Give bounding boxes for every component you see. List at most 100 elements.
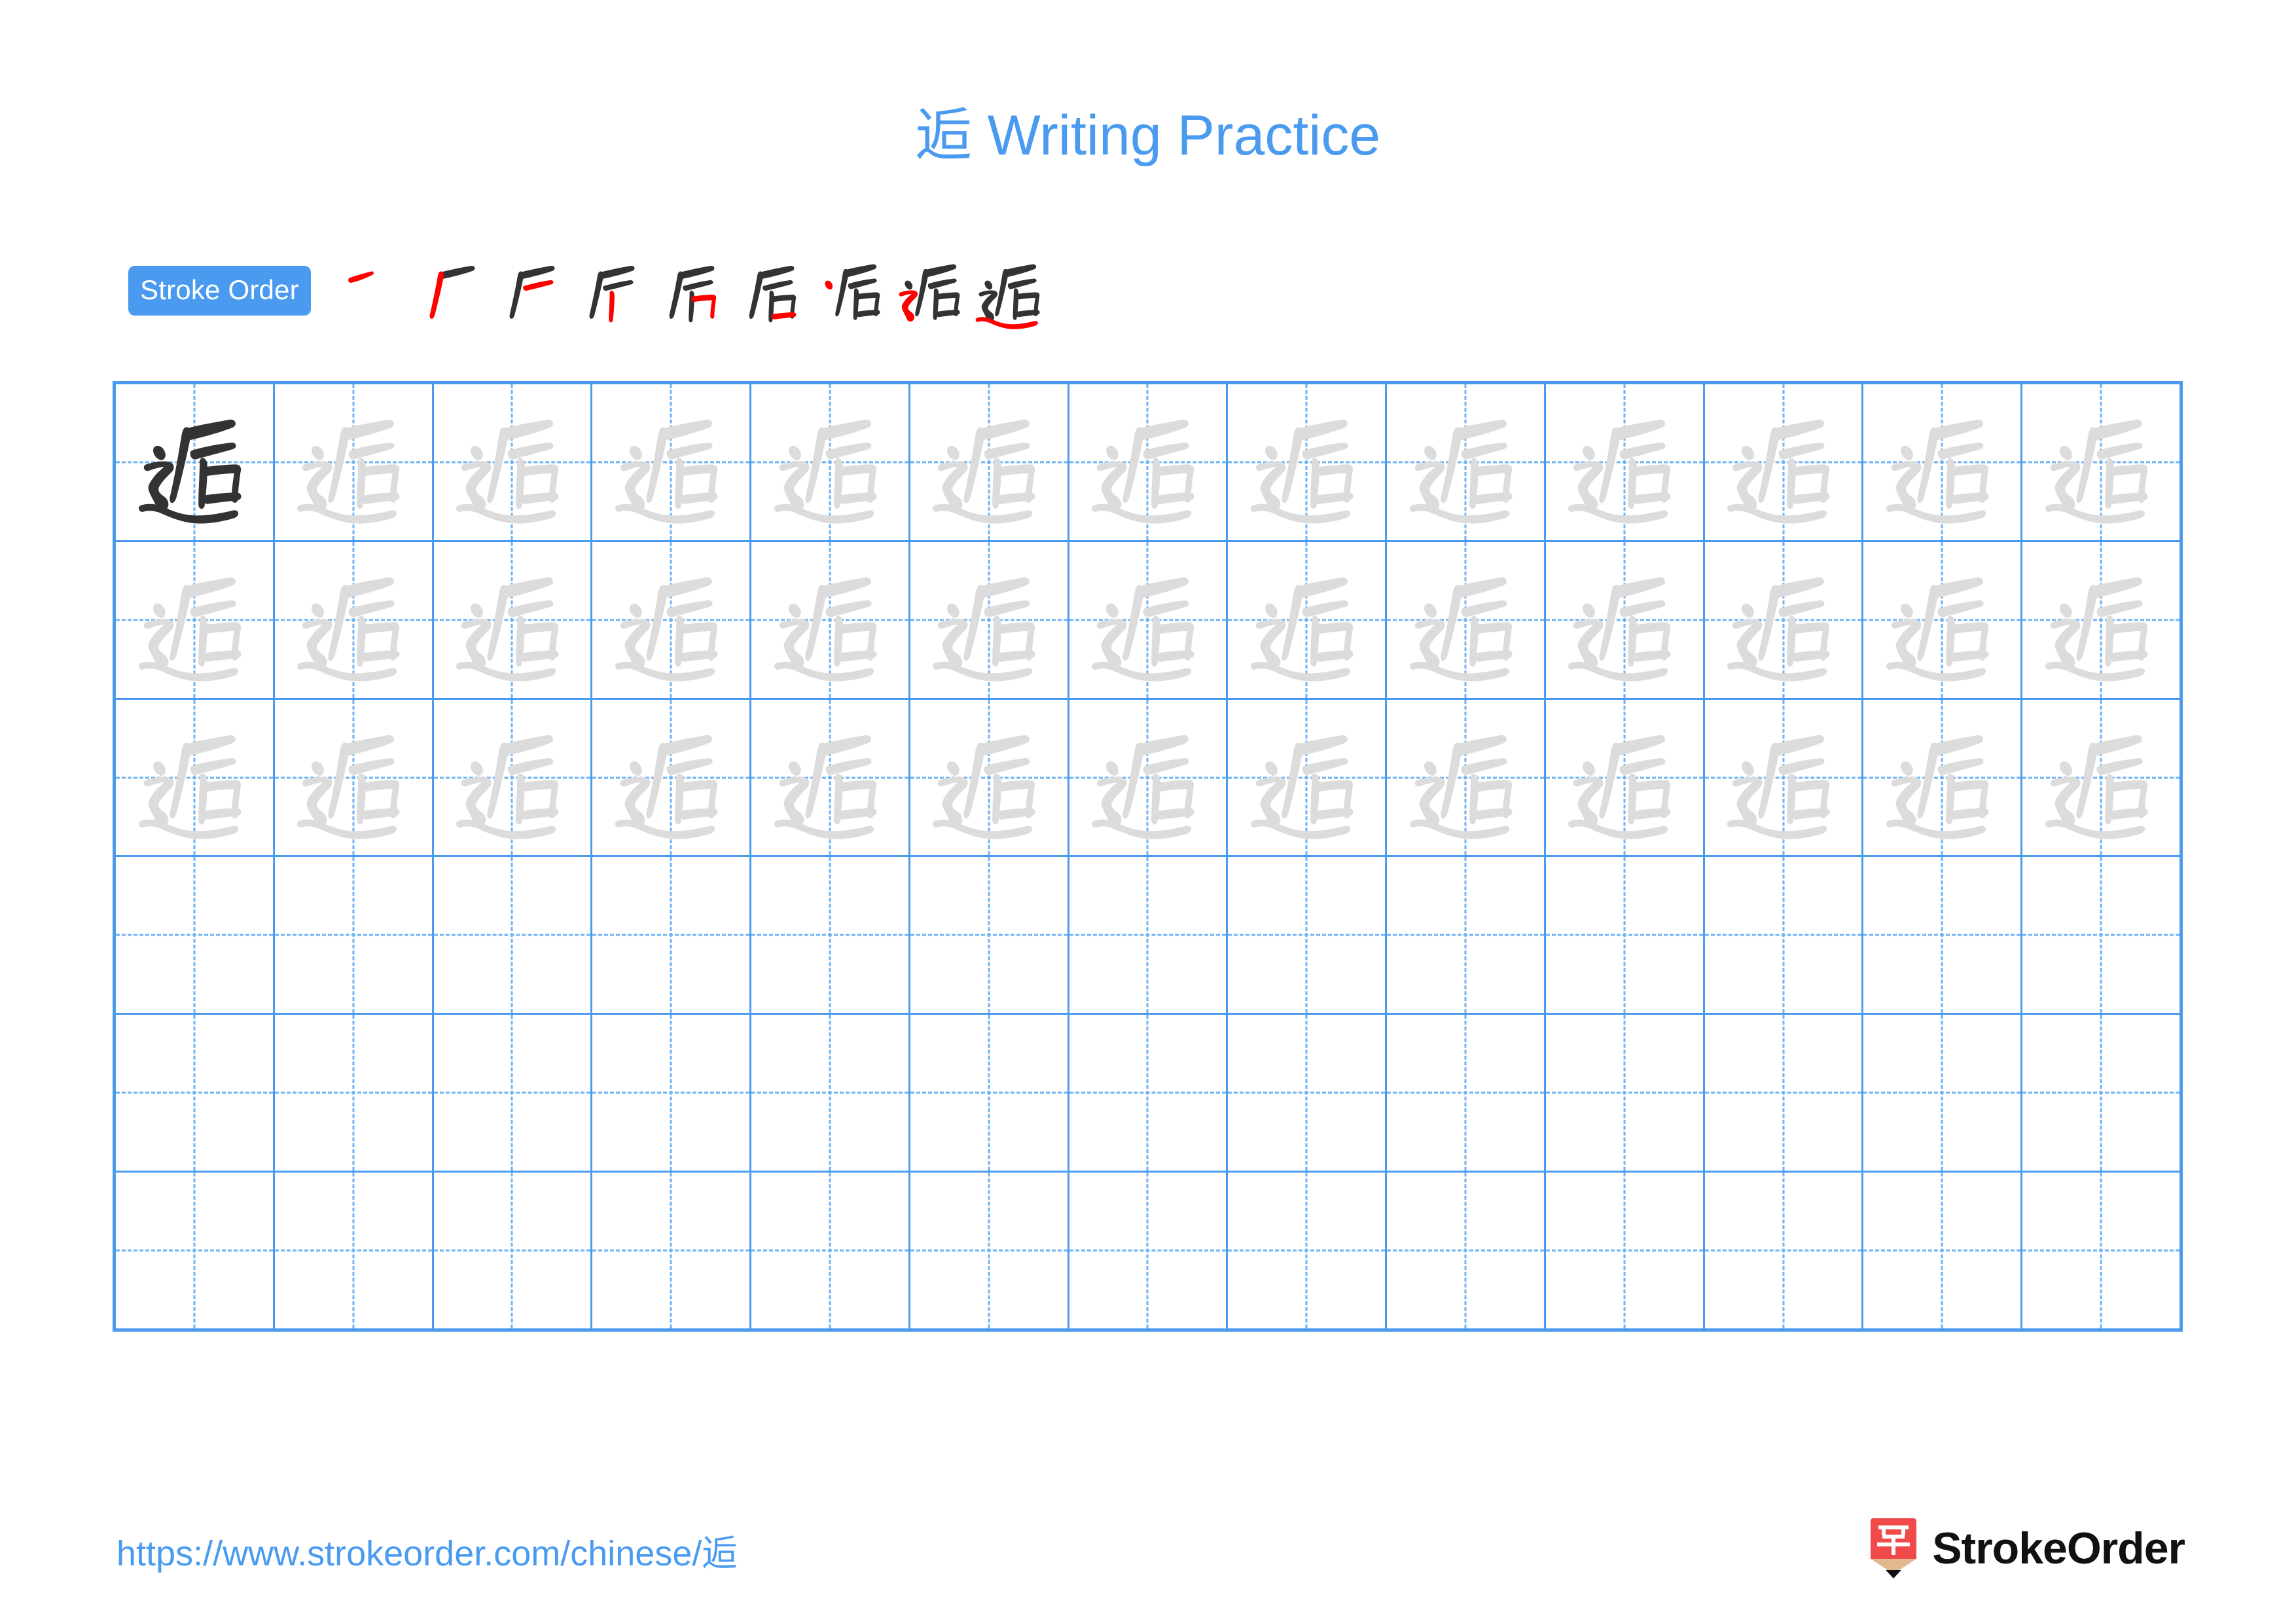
practice-cell[interactable] <box>433 1173 593 1328</box>
practice-cell[interactable] <box>274 1173 434 1328</box>
practice-cell[interactable] <box>592 857 752 1013</box>
practice-cell[interactable] <box>433 384 593 540</box>
cell-vertical-guide <box>1623 1015 1626 1171</box>
practice-cell[interactable] <box>1069 1173 1229 1328</box>
practice-cell[interactable] <box>433 1015 593 1171</box>
cell-horizontal-guide <box>592 1249 750 1252</box>
practice-cell[interactable] <box>1387 1173 1546 1328</box>
practice-cell[interactable] <box>274 384 434 540</box>
practice-cell[interactable] <box>1863 857 2023 1013</box>
practice-cell[interactable] <box>1228 857 1388 1013</box>
practice-cell[interactable] <box>116 1015 275 1171</box>
practice-cell[interactable] <box>433 857 593 1013</box>
practice-cell[interactable] <box>751 1173 910 1328</box>
cell-horizontal-guide <box>1228 934 1386 936</box>
cell-vertical-guide <box>2100 857 2102 1013</box>
tracing-character <box>434 700 591 856</box>
practice-cell[interactable] <box>1387 699 1546 856</box>
practice-cell[interactable] <box>1704 1173 1864 1328</box>
practice-cell[interactable] <box>910 857 1069 1013</box>
practice-cell[interactable] <box>910 1173 1069 1328</box>
cell-horizontal-guide <box>2022 1091 2179 1094</box>
practice-cell[interactable] <box>433 541 593 698</box>
practice-cell[interactable] <box>1545 384 1705 540</box>
practice-cell[interactable] <box>1704 384 1864 540</box>
practice-cell[interactable] <box>2022 1015 2179 1171</box>
practice-cell[interactable] <box>116 541 275 698</box>
tracing-character <box>1387 700 1544 856</box>
practice-cell[interactable] <box>274 699 434 856</box>
practice-cell[interactable] <box>1545 1173 1705 1328</box>
practice-cell[interactable] <box>1069 1015 1229 1171</box>
footer-logo[interactable]: StrokeOrder <box>1869 1512 2185 1584</box>
practice-cell[interactable] <box>1704 699 1864 856</box>
practice-cell[interactable] <box>1545 699 1705 856</box>
practice-cell[interactable] <box>751 384 910 540</box>
practice-cell[interactable] <box>1228 1173 1388 1328</box>
practice-cell[interactable] <box>2022 384 2179 540</box>
practice-cell[interactable] <box>1228 541 1388 698</box>
strokeorder-pencil-logo-icon <box>1869 1518 1918 1578</box>
practice-cell[interactable] <box>751 857 910 1013</box>
practice-cell[interactable] <box>1863 699 2023 856</box>
tracing-character <box>1863 542 2020 698</box>
practice-cell[interactable] <box>1387 384 1546 540</box>
practice-cell[interactable] <box>116 857 275 1013</box>
practice-cell[interactable] <box>1387 857 1546 1013</box>
practice-cell[interactable] <box>910 1015 1069 1171</box>
practice-cell[interactable] <box>910 384 1069 540</box>
tracing-character <box>2022 700 2179 856</box>
practice-cell[interactable] <box>433 699 593 856</box>
cell-horizontal-guide <box>433 934 591 936</box>
practice-cell[interactable] <box>1704 857 1864 1013</box>
practice-cell[interactable] <box>2022 857 2179 1013</box>
practice-cell[interactable] <box>910 699 1069 856</box>
cell-horizontal-guide <box>116 1249 273 1252</box>
practice-cell[interactable] <box>116 699 275 856</box>
cell-horizontal-guide <box>1863 1249 2021 1252</box>
practice-cell[interactable] <box>1545 857 1705 1013</box>
stroke-step-9 <box>971 251 1050 331</box>
practice-cell[interactable] <box>910 541 1069 698</box>
practice-cell[interactable] <box>751 541 910 698</box>
practice-cell[interactable] <box>1069 384 1229 540</box>
practice-cell[interactable] <box>592 699 752 856</box>
practice-cell[interactable] <box>1069 857 1229 1013</box>
practice-cell[interactable] <box>751 1015 910 1171</box>
practice-cell[interactable] <box>1863 1015 2023 1171</box>
practice-cell[interactable] <box>1863 1173 2023 1328</box>
cell-vertical-guide <box>988 1015 990 1171</box>
cell-horizontal-guide <box>2022 1249 2179 1252</box>
practice-cell[interactable] <box>274 1015 434 1171</box>
practice-cell[interactable] <box>1545 1015 1705 1171</box>
footer-url[interactable]: https://www.strokeorder.com/chinese/逅 <box>117 1524 737 1576</box>
practice-cell[interactable] <box>1228 1015 1388 1171</box>
practice-cell[interactable] <box>1069 541 1229 698</box>
practice-cell[interactable] <box>2022 699 2179 856</box>
practice-cell[interactable] <box>1228 699 1388 856</box>
practice-cell[interactable] <box>592 541 752 698</box>
practice-cell[interactable] <box>274 857 434 1013</box>
tracing-character <box>1387 384 1544 540</box>
practice-cell[interactable] <box>1704 1015 1864 1171</box>
practice-cell[interactable] <box>116 1173 275 1328</box>
practice-cell[interactable] <box>592 384 752 540</box>
practice-cell[interactable] <box>1863 384 2023 540</box>
practice-cell[interactable] <box>1704 541 1864 698</box>
practice-cell[interactable] <box>1387 1015 1546 1171</box>
practice-cell[interactable] <box>1069 699 1229 856</box>
practice-cell[interactable] <box>592 1173 752 1328</box>
cell-horizontal-guide <box>751 934 908 936</box>
practice-cell[interactable] <box>274 541 434 698</box>
practice-cell[interactable] <box>1387 541 1546 698</box>
practice-cell[interactable] <box>1863 541 2023 698</box>
practice-cell[interactable] <box>751 699 910 856</box>
practice-cell[interactable] <box>2022 541 2179 698</box>
stroke-step-8 <box>891 251 971 331</box>
practice-cell[interactable] <box>2022 1173 2179 1328</box>
practice-cell[interactable] <box>1228 384 1388 540</box>
practice-cell[interactable] <box>592 1015 752 1171</box>
cell-vertical-guide <box>1464 1015 1467 1171</box>
practice-cell[interactable] <box>116 384 275 540</box>
practice-cell[interactable] <box>1545 541 1705 698</box>
